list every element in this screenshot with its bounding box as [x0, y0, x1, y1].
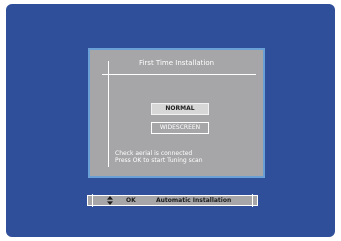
normal-option-button[interactable]: NORMAL — [151, 103, 209, 115]
side-divider — [108, 61, 109, 167]
dialog-title: First Time Installation — [138, 59, 215, 67]
ok-key-label: OK — [126, 197, 136, 204]
title-divider — [102, 74, 256, 75]
widescreen-option-button[interactable]: WIDESCREEN — [151, 122, 209, 134]
instructions-text: Check aerial is connected Press OK to st… — [115, 150, 255, 164]
help-status-bar: OK Automatic Installation — [87, 194, 258, 207]
up-down-arrows-icon — [107, 196, 113, 205]
automatic-installation-label: Automatic Installation — [156, 197, 232, 204]
first-time-installation-dialog: First Time Installation NORMAL WIDESCREE… — [88, 48, 265, 178]
instruction-line-2: Press OK to start Tuning scan — [115, 157, 203, 164]
status-bar-left-tick — [92, 194, 93, 207]
instruction-line-1: Check aerial is connected — [115, 150, 193, 157]
status-bar-right-tick — [252, 194, 253, 207]
